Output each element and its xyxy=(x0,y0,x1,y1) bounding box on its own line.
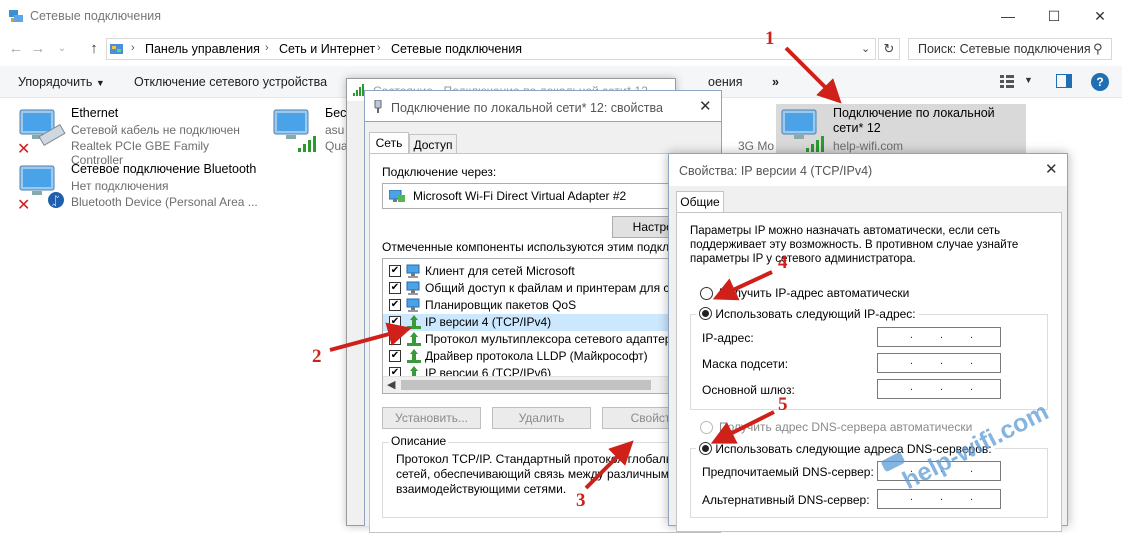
annotation-number-3: 3 xyxy=(576,490,586,511)
annotation-number-5: 5 xyxy=(778,394,788,415)
annotation-number-4: 4 xyxy=(778,252,788,273)
arrow-1 xyxy=(784,46,842,104)
arrow-4 xyxy=(712,270,773,301)
annotation-number-2: 2 xyxy=(312,346,322,367)
arrow-2 xyxy=(329,322,412,352)
annotation-arrows xyxy=(329,46,842,490)
annotation-number-1: 1 xyxy=(765,28,775,49)
arrow-5 xyxy=(710,410,775,444)
arrow-3 xyxy=(584,440,634,490)
